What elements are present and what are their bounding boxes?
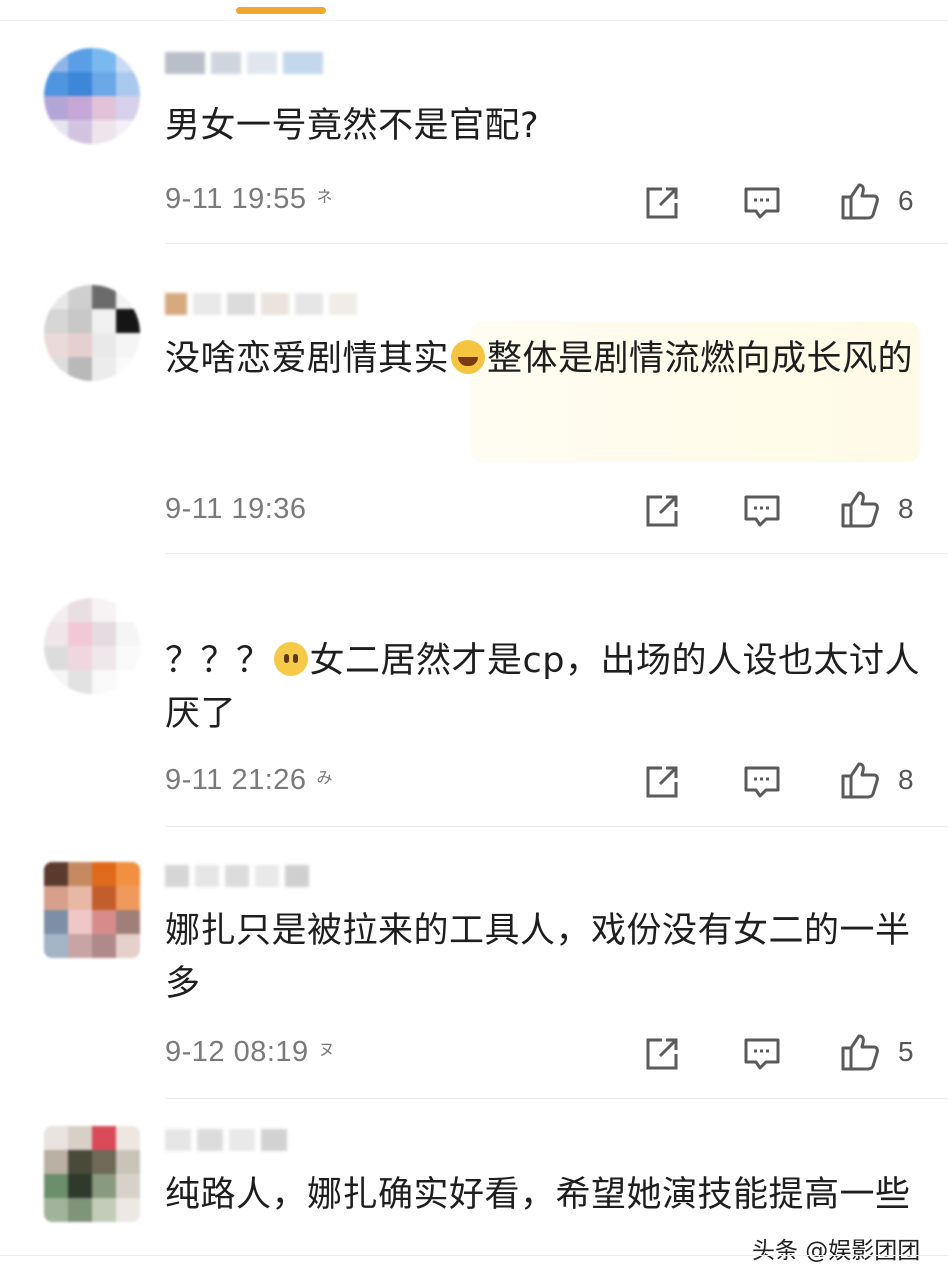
comment-timestamp: 9-11 19:55 ネ — [165, 183, 334, 215]
thumbs-up-icon[interactable] — [840, 489, 880, 529]
like-count: 5 — [898, 1036, 914, 1067]
comment-text: ？？？ 女二居然才是cp，出场的人设也太讨人厌了 — [165, 641, 920, 734]
like-count: 8 — [898, 493, 914, 524]
thumbs-up-icon[interactable] — [840, 181, 880, 221]
like-count: 6 — [898, 185, 914, 216]
avatar[interactable] — [44, 598, 140, 694]
divider — [165, 243, 948, 244]
divider — [0, 1255, 948, 1256]
source-mark: み — [316, 770, 334, 787]
upside-down-face-emoji — [273, 642, 308, 676]
source-mark: ヌ — [318, 1042, 336, 1059]
comment-timestamp: 9-11 21:26 み — [165, 764, 334, 796]
share-icon[interactable] — [642, 1034, 682, 1074]
watermark: 头条 @娱影团团 — [752, 1238, 921, 1264]
comment-timestamp: 9-11 19:36 — [165, 493, 307, 525]
source-mark: ネ — [316, 189, 334, 206]
share-icon[interactable] — [642, 762, 682, 802]
username-blurred[interactable] — [165, 293, 357, 319]
username-blurred[interactable] — [165, 1129, 287, 1155]
share-icon[interactable] — [642, 183, 682, 223]
username-blurred[interactable] — [165, 865, 309, 891]
avatar[interactable] — [44, 862, 140, 958]
divider — [165, 553, 948, 554]
tab-indicator — [236, 7, 326, 14]
comment-text: 男女一号竟然不是官配? — [165, 106, 540, 146]
avatar[interactable] — [44, 48, 140, 144]
thumbs-up-icon[interactable] — [840, 760, 880, 800]
avatar[interactable] — [44, 285, 140, 381]
divider — [0, 20, 948, 21]
thumbs-up-icon[interactable] — [840, 1032, 880, 1072]
share-icon[interactable] — [642, 491, 682, 531]
avatar[interactable] — [44, 1126, 140, 1222]
divider — [165, 826, 948, 827]
comment-text: 娜扎只是被拉来的工具人，戏份没有女二的一半多 — [165, 911, 911, 1004]
divider — [165, 1098, 948, 1099]
comment-icon[interactable] — [742, 183, 782, 223]
comment-icon[interactable] — [742, 1034, 782, 1074]
comment-timestamp: 9-12 08:19 ヌ — [165, 1036, 336, 1068]
like-count: 8 — [898, 764, 914, 795]
laughing-tears-emoji — [451, 340, 486, 374]
comment-icon[interactable] — [742, 762, 782, 802]
comment-text: 没啥恋爱剧情其实 整体是剧情流燃向成长风的 — [165, 339, 914, 379]
comment-icon[interactable] — [742, 491, 782, 531]
username-blurred[interactable] — [165, 52, 323, 78]
